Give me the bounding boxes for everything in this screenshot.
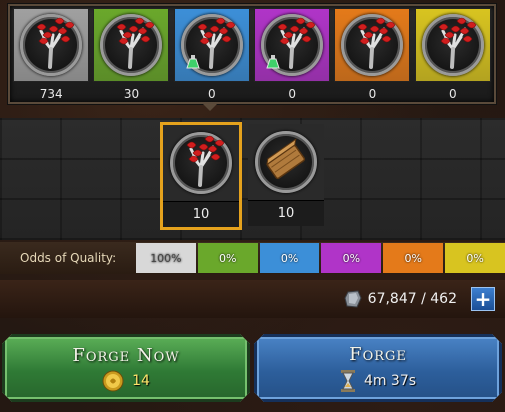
tier-slot-uncommon[interactable]: 30 (92, 6, 170, 102)
tier-count: 0 (208, 87, 216, 101)
forge-now-cost: 14 (102, 370, 150, 392)
forge-panel: 734 30 0 0 0 0 10 10 Odds of Quality: 10… (0, 0, 505, 412)
tier-count: 0 (368, 87, 377, 101)
odds-value: 0% (404, 251, 422, 265)
forge-now-button[interactable]: Forge Now 14 (2, 334, 250, 402)
tier-slot-common[interactable]: 734 (12, 6, 90, 102)
tier-frame (13, 8, 90, 82)
odds-value: 100% (150, 251, 182, 265)
forge-time: 4m 37s (340, 369, 416, 393)
forge-label: Forge (349, 343, 407, 365)
resource-amount: 67,847 / 462 (367, 291, 457, 307)
tier-frame (414, 8, 491, 82)
tier-slot-epic[interactable]: 0 (253, 6, 331, 102)
tier-count: 734 (39, 87, 63, 101)
resource-row: 67,847 / 462 + (0, 280, 505, 318)
forge-button[interactable]: Forge 4m 37s (254, 334, 502, 402)
odds-cell-mythic: 0% (445, 243, 505, 273)
odds-cell-legendary: 0% (383, 243, 444, 273)
branch-medallion-icon (100, 14, 163, 76)
gold-coin-icon (102, 370, 124, 392)
material-slot-plank[interactable]: 10 (248, 124, 324, 226)
odds-value: 0% (219, 251, 237, 265)
odds-cell-rare: 0% (259, 243, 320, 273)
tier-count: 0 (448, 87, 457, 101)
branch-medallion-icon (180, 14, 243, 76)
material-slot-branch[interactable]: 10 (160, 122, 242, 230)
hourglass-icon (340, 369, 356, 393)
tier-frame (173, 8, 250, 82)
forge-time-value: 4m 37s (363, 372, 417, 389)
material-count: 10 (163, 201, 239, 227)
tier-slot-mythic[interactable]: 0 (414, 6, 492, 102)
forge-now-label: Forge Now (72, 344, 180, 366)
odds-cell-uncommon: 0% (197, 243, 258, 273)
odds-of-quality-row: Odds of Quality: 100% 0% 0% 0% 0% 0% (0, 242, 505, 274)
add-resource-button[interactable]: + (471, 287, 495, 311)
tier-count: 0 (288, 87, 296, 101)
tier-slot-rare[interactable]: 0 (173, 6, 251, 102)
tier-slot-legendary[interactable]: 0 (333, 6, 411, 102)
material-icon-frame (248, 124, 324, 200)
branch-medallion-icon (261, 14, 324, 76)
odds-label: Odds of Quality: (20, 251, 117, 265)
tier-frame (334, 8, 411, 82)
branch-medallion-icon (20, 14, 83, 76)
tier-selector-bar: 734 30 0 0 0 0 (8, 4, 496, 111)
branch-medallion-icon (170, 132, 232, 194)
tier-frame (254, 8, 331, 82)
tier-frame (93, 8, 170, 82)
ore-icon (344, 290, 362, 308)
odds-value: 0% (342, 251, 361, 265)
odds-cells: 100% 0% 0% 0% 0% 0% (136, 243, 505, 273)
material-icon-frame (163, 125, 239, 201)
wood-plank-icon (255, 131, 317, 193)
odds-value: 0% (466, 251, 484, 265)
branch-medallion-icon (341, 14, 404, 76)
odds-value: 0% (280, 251, 299, 265)
branch-medallion-icon (421, 14, 484, 76)
material-count: 10 (248, 200, 324, 226)
odds-cell-epic: 0% (321, 243, 382, 273)
tier-count: 30 (123, 87, 140, 101)
forge-now-cost-value: 14 (132, 372, 150, 389)
odds-cell-common: 100% (136, 243, 196, 273)
